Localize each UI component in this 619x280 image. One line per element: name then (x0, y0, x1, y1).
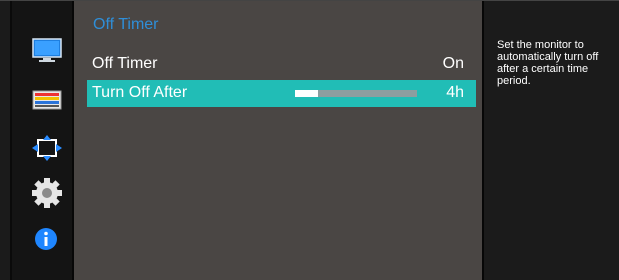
system-gear-icon[interactable] (32, 178, 62, 208)
picture-icon[interactable] (32, 37, 62, 63)
sidebar (10, 1, 72, 280)
menu-item-label: Turn Off After (92, 84, 188, 101)
help-text: Set the monitor to automatically turn of… (497, 39, 599, 87)
osd-window: Off Timer Off Timer On Turn Off After 4h… (0, 0, 619, 280)
info-icon[interactable] (34, 227, 58, 251)
turn-off-after-slider[interactable] (295, 90, 417, 97)
menu-item-value: On (442, 55, 464, 72)
menu-panel: Off Timer Off Timer On Turn Off After 4h (74, 1, 482, 280)
position-icon[interactable] (32, 135, 62, 161)
menu-title: Off Timer (93, 16, 159, 33)
menu-item-off-timer[interactable]: Off Timer On (87, 51, 476, 78)
help-panel: Set the monitor to automatically turn of… (484, 1, 619, 280)
menu-item-label: Off Timer (92, 55, 158, 72)
color-icon[interactable] (32, 87, 62, 113)
menu-item-turn-off-after[interactable]: Turn Off After 4h (87, 80, 476, 107)
slider-fill (295, 90, 319, 97)
menu-item-value: 4h (446, 84, 464, 101)
